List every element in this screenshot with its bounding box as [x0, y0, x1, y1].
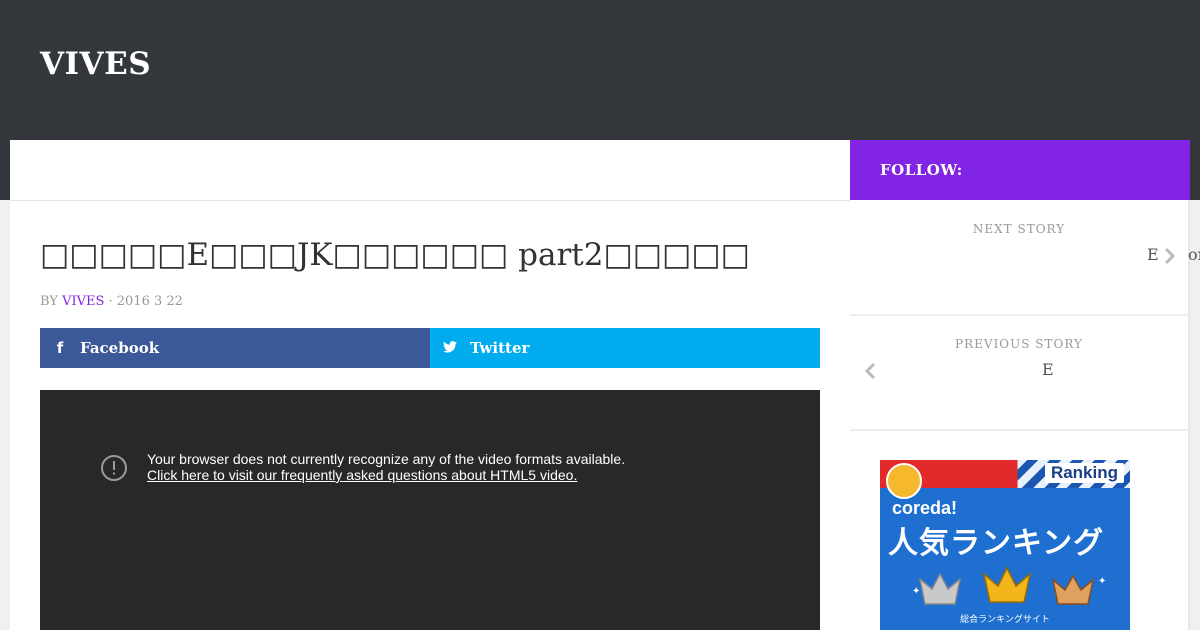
video-player[interactable]: Your browser does not currently recogniz… [40, 390, 820, 630]
post-title: □□□□□E□□□JK□□□□□□ part2□□□□□ [40, 237, 750, 273]
next-story-title-tail: or [1188, 245, 1200, 264]
previous-story-title[interactable]: E [1042, 360, 1054, 379]
nav-bar [10, 140, 850, 201]
post-byline: BY VIVES · 2016 3 22 [40, 294, 183, 309]
video-error-text: Your browser does not currently recogniz… [147, 451, 626, 467]
svg-text:✦: ✦ [912, 586, 920, 597]
crown-badge-icon [886, 463, 922, 499]
chevron-left-icon [864, 362, 876, 380]
ad-ranking-label: Ranking [1044, 463, 1124, 483]
sidebar: NEXT STORY E or PREVIOUS STORY E Ranking… [850, 200, 1200, 630]
ad-footer: 総合ランキングサイト [960, 615, 1050, 625]
previous-story-label: PREVIOUS STORY [955, 337, 1083, 351]
post-date: · 2016 3 22 [108, 294, 183, 309]
facebook-icon: f [56, 339, 64, 357]
facebook-share-button[interactable]: f Facebook [40, 328, 430, 368]
crowns-icon: ✦ ✦ [912, 566, 1106, 605]
share-bar: f Facebook Twitter [40, 328, 820, 368]
twitter-icon [430, 339, 470, 357]
ranking-ad-banner[interactable]: Ranking coreda! 人気ランキング ✦ ✦ 総合ランキングサイト [880, 460, 1130, 630]
svg-text:✦: ✦ [1098, 576, 1106, 587]
post-content: □□□□□E□□□JK□□□□□□ part2□□□□□ BY VIVES · … [10, 201, 850, 630]
author-link[interactable]: VIVES [62, 294, 104, 309]
alert-icon [101, 455, 127, 481]
byline-prefix: BY [40, 294, 58, 309]
follow-bar: FOLLOW: [850, 140, 1190, 200]
next-story-title[interactable]: E [1147, 245, 1159, 264]
follow-label: FOLLOW: [880, 161, 963, 179]
twitter-label: Twitter [470, 339, 530, 357]
next-story-label: NEXT STORY [972, 222, 1066, 236]
previous-story[interactable]: PREVIOUS STORY E [850, 315, 1188, 431]
ad-brand: coreda! [892, 498, 958, 518]
twitter-share-button[interactable]: Twitter [430, 328, 820, 368]
facebook-label: Facebook [80, 339, 160, 357]
ad-headline: 人気ランキング [888, 526, 1105, 561]
site-title[interactable]: VIVES [40, 46, 151, 82]
next-story[interactable]: NEXT STORY E or [850, 200, 1200, 316]
chevron-right-icon [1164, 247, 1176, 265]
video-error-message: Your browser does not currently recogniz… [147, 451, 625, 483]
html5-faq-link[interactable]: Click here to visit our frequently asked… [147, 467, 625, 483]
